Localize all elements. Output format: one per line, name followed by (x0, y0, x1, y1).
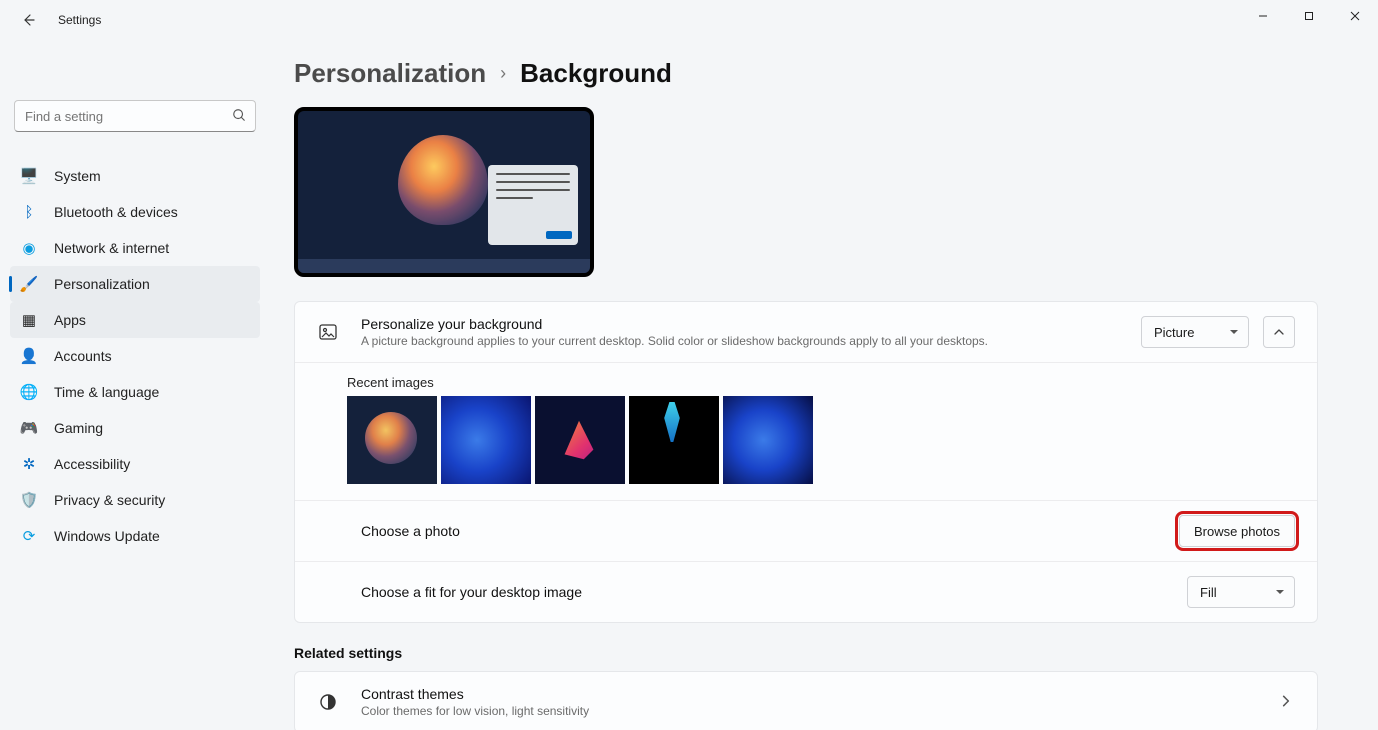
choose-fit-row: Choose a fit for your desktop image Fill (295, 562, 1317, 622)
personalize-subtitle: A picture background applies to your cur… (361, 334, 1141, 348)
main-content: Personalization › Background Personalize… (270, 40, 1378, 730)
choose-fit-label: Choose a fit for your desktop image (361, 584, 1187, 600)
sidebar-item-label: Accounts (54, 348, 112, 364)
sidebar-item-label: Privacy & security (54, 492, 165, 508)
bluetooth-icon: ᛒ (20, 203, 38, 221)
back-button[interactable] (14, 6, 42, 34)
sidebar-item-label: System (54, 168, 101, 184)
sidebar-item-system[interactable]: 🖥️ System (10, 158, 260, 194)
recent-image-thumbnail[interactable] (629, 396, 719, 484)
related-settings-heading: Related settings (294, 645, 1318, 661)
person-icon: 👤 (20, 347, 38, 365)
close-button[interactable] (1332, 0, 1378, 32)
search-box[interactable] (14, 100, 256, 132)
brush-icon: 🖌️ (20, 275, 38, 293)
background-type-dropdown[interactable]: Picture (1141, 316, 1249, 348)
sidebar-item-bluetooth[interactable]: ᛒ Bluetooth & devices (10, 194, 260, 230)
picture-icon (317, 321, 339, 343)
choose-photo-label: Choose a photo (361, 523, 1179, 539)
update-icon: ⟳ (20, 527, 38, 545)
contrast-themes-row[interactable]: Contrast themes Color themes for low vis… (295, 672, 1317, 730)
dropdown-value: Picture (1154, 325, 1194, 340)
sidebar-item-label: Network & internet (54, 240, 169, 256)
sidebar-item-label: Apps (54, 312, 86, 328)
breadcrumb-parent[interactable]: Personalization (294, 58, 486, 89)
title-bar: Settings (0, 0, 1378, 40)
sidebar-item-accessibility[interactable]: ✲ Accessibility (10, 446, 260, 482)
sidebar-item-label: Personalization (54, 276, 150, 292)
recent-images-section: Recent images (295, 363, 1317, 501)
sidebar-item-label: Accessibility (54, 456, 130, 472)
fit-dropdown[interactable]: Fill (1187, 576, 1295, 608)
system-icon: 🖥️ (20, 167, 38, 185)
sidebar-item-network[interactable]: ◉ Network & internet (10, 230, 260, 266)
recent-image-thumbnail[interactable] (347, 396, 437, 484)
choose-photo-row: Choose a photo Browse photos (295, 501, 1317, 562)
accessibility-icon: ✲ (20, 455, 38, 473)
sidebar: 🖥️ System ᛒ Bluetooth & devices ◉ Network &… (0, 40, 270, 730)
contrast-title: Contrast themes (361, 686, 1279, 702)
related-settings-panel: Contrast themes Color themes for low vis… (294, 671, 1318, 730)
sidebar-item-personalization[interactable]: 🖌️ Personalization (10, 266, 260, 302)
contrast-subtitle: Color themes for low vision, light sensi… (361, 704, 1279, 718)
personalize-title: Personalize your background (361, 316, 1141, 332)
sidebar-item-time-language[interactable]: 🌐 Time & language (10, 374, 260, 410)
wifi-icon: ◉ (20, 239, 38, 257)
chevron-right-icon (1279, 694, 1295, 710)
page-title: Background (520, 58, 672, 89)
recent-image-thumbnail[interactable] (535, 396, 625, 484)
sidebar-item-label: Windows Update (54, 528, 160, 544)
contrast-icon (317, 691, 339, 713)
desktop-preview (294, 107, 594, 277)
recent-image-thumbnail[interactable] (441, 396, 531, 484)
sidebar-item-label: Bluetooth & devices (54, 204, 178, 220)
chevron-right-icon: › (500, 63, 506, 84)
recent-images-list (347, 396, 1317, 484)
background-panel: Personalize your background A picture ba… (294, 301, 1318, 623)
sidebar-item-label: Time & language (54, 384, 159, 400)
search-icon (232, 108, 246, 127)
recent-images-label: Recent images (347, 375, 1317, 390)
search-input[interactable] (14, 100, 256, 132)
personalize-row: Personalize your background A picture ba… (295, 302, 1317, 363)
globe-icon: 🌐 (20, 383, 38, 401)
sidebar-item-windows-update[interactable]: ⟳ Windows Update (10, 518, 260, 554)
sidebar-item-gaming[interactable]: 🎮 Gaming (10, 410, 260, 446)
sidebar-item-accounts[interactable]: 👤 Accounts (10, 338, 260, 374)
maximize-button[interactable] (1286, 0, 1332, 32)
window-controls (1240, 0, 1378, 32)
shield-icon: 🛡️ (20, 491, 38, 509)
collapse-button[interactable] (1263, 316, 1295, 348)
sidebar-item-apps[interactable]: ▦ Apps (10, 302, 260, 338)
sidebar-item-label: Gaming (54, 420, 103, 436)
recent-image-thumbnail[interactable] (723, 396, 813, 484)
gamepad-icon: 🎮 (20, 419, 38, 437)
breadcrumb: Personalization › Background (294, 58, 1318, 89)
apps-icon: ▦ (20, 311, 38, 329)
minimize-button[interactable] (1240, 0, 1286, 32)
dropdown-value: Fill (1200, 585, 1217, 600)
sidebar-item-privacy[interactable]: 🛡️ Privacy & security (10, 482, 260, 518)
window-title: Settings (58, 13, 101, 27)
browse-photos-button[interactable]: Browse photos (1179, 515, 1295, 547)
nav-list: 🖥️ System ᛒ Bluetooth & devices ◉ Network &… (10, 158, 260, 554)
